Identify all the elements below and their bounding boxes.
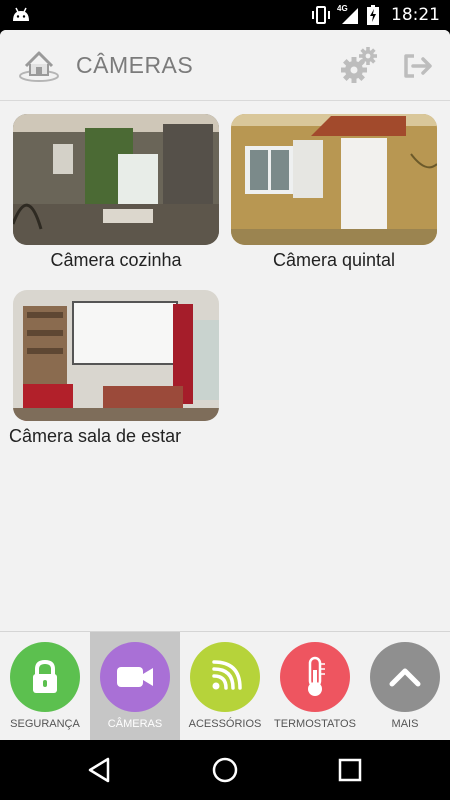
- camera-tile-cozinha[interactable]: Câmera cozinha: [13, 114, 219, 271]
- camera-name: Câmera quintal: [272, 250, 396, 270]
- back-icon[interactable]: [84, 754, 116, 786]
- android-navigation-bar: [0, 740, 450, 800]
- tab-label: ACESSÓRIOS: [188, 718, 262, 730]
- home-circle-icon[interactable]: [209, 754, 241, 786]
- app-window: CÂMERAS Câmera cozinha Câmera quintal Câ…: [0, 30, 450, 740]
- vibrate-icon: [312, 6, 330, 24]
- status-bar: 4G 18:21: [0, 0, 450, 30]
- cellular-signal-icon: 4G: [337, 4, 359, 24]
- recent-apps-icon[interactable]: [334, 754, 366, 786]
- camera-thumbnail[interactable]: [231, 114, 437, 245]
- video-camera-icon: [100, 642, 170, 712]
- camera-tile-quintal[interactable]: Câmera quintal: [231, 114, 437, 271]
- thermometer-icon: [280, 642, 350, 712]
- tab-termostatos[interactable]: TERMOSTATOS: [270, 632, 360, 740]
- gear-icon[interactable]: [340, 46, 378, 84]
- tab-mais[interactable]: MAIS: [360, 632, 450, 740]
- network-type: 4G: [337, 4, 348, 13]
- chevron-up-icon: [370, 642, 440, 712]
- logout-icon[interactable]: [402, 52, 434, 80]
- tab-cameras[interactable]: CÂMERAS: [90, 632, 180, 740]
- home-icon[interactable]: [18, 46, 60, 84]
- page-title: CÂMERAS: [76, 52, 194, 78]
- phone-screen: 4G 18:21 CÂMERAS Câmera cozinha Câmera q…: [0, 0, 450, 800]
- tab-acessorios[interactable]: ACESSÓRIOS: [180, 632, 270, 740]
- battery-charging-icon: [367, 5, 379, 25]
- android-debug-icon: [13, 7, 29, 21]
- tab-label: SEGURANÇA: [10, 718, 80, 730]
- camera-thumbnail[interactable]: [13, 290, 219, 421]
- tab-label: TERMOSTATOS: [274, 718, 356, 730]
- camera-name: Câmera sala de estar: [9, 426, 182, 446]
- wireless-icon: [190, 642, 260, 712]
- lock-icon: [10, 642, 80, 712]
- tab-label: MAIS: [391, 718, 419, 730]
- camera-name: Câmera cozinha: [50, 250, 182, 270]
- header-bar: CÂMERAS: [0, 30, 450, 101]
- tab-seguranca[interactable]: SEGURANÇA: [0, 632, 90, 740]
- camera-tile-sala-de-estar[interactable]: Câmera sala de estar: [9, 290, 219, 447]
- clock: 18:21: [391, 5, 440, 25]
- tab-label: CÂMERAS: [107, 718, 163, 730]
- bottom-tab-bar: SEGURANÇA CÂMERAS ACESSÓRIOS TERMOSTATOS…: [0, 631, 450, 740]
- camera-thumbnail[interactable]: [13, 114, 219, 245]
